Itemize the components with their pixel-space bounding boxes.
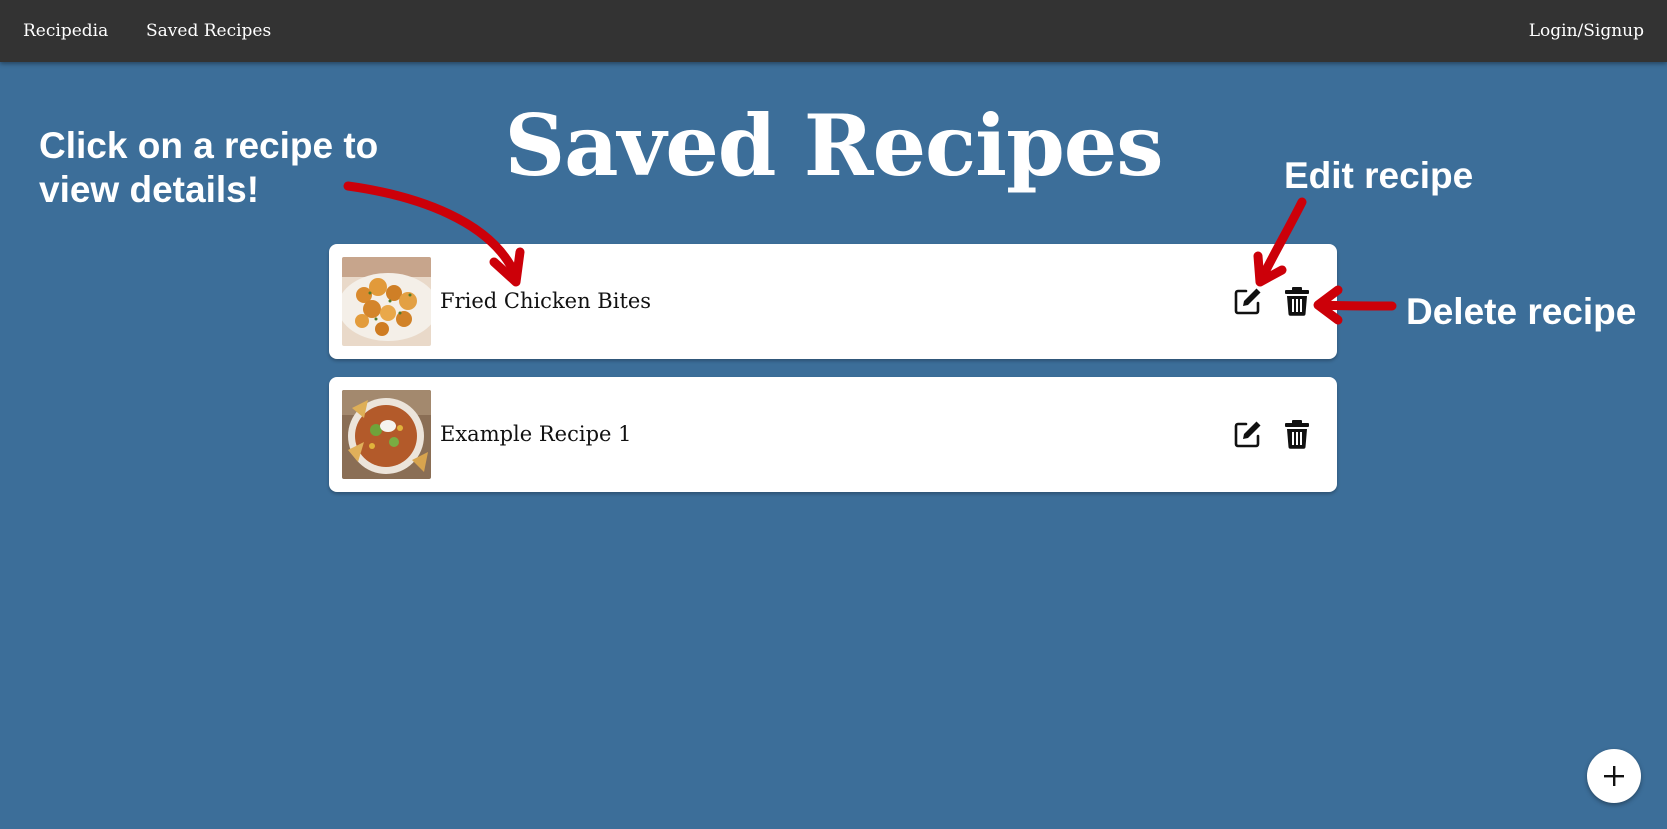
edit-icon xyxy=(1234,421,1261,448)
plus-icon xyxy=(1604,766,1624,786)
annotation-edit-hint: Edit recipe xyxy=(1284,155,1474,196)
delete-button[interactable] xyxy=(1281,285,1313,317)
fried-chicken-bites-photo xyxy=(342,257,431,346)
edit-button[interactable] xyxy=(1232,418,1264,450)
recipe-thumbnail xyxy=(342,390,431,479)
recipe-list: Fried Chicken Bites Example Recipe 1 xyxy=(329,244,1337,510)
login-signup-link[interactable]: Login/Signup xyxy=(1529,20,1644,42)
top-navbar: Recipedia Saved Recipes Login/Signup xyxy=(0,0,1667,62)
trash-icon xyxy=(1285,420,1309,449)
edit-button[interactable] xyxy=(1232,285,1264,317)
edit-icon xyxy=(1234,288,1261,315)
recipe-name: Fried Chicken Bites xyxy=(440,289,652,313)
delete-button[interactable] xyxy=(1281,418,1313,450)
trash-icon xyxy=(1285,287,1309,316)
annotation-click-hint: Click on a recipe to view details! xyxy=(39,125,379,210)
add-recipe-button[interactable] xyxy=(1587,749,1641,803)
brand-link[interactable]: Recipedia xyxy=(23,20,108,42)
recipe-name: Example Recipe 1 xyxy=(440,422,632,446)
recipe-card[interactable]: Fried Chicken Bites xyxy=(329,244,1337,359)
nav-saved-recipes-link[interactable]: Saved Recipes xyxy=(146,20,271,42)
recipe-thumbnail xyxy=(342,257,431,346)
annotation-delete-hint: Delete recipe xyxy=(1406,291,1637,332)
soup-bowl-photo xyxy=(342,390,431,479)
recipe-card[interactable]: Example Recipe 1 xyxy=(329,377,1337,492)
